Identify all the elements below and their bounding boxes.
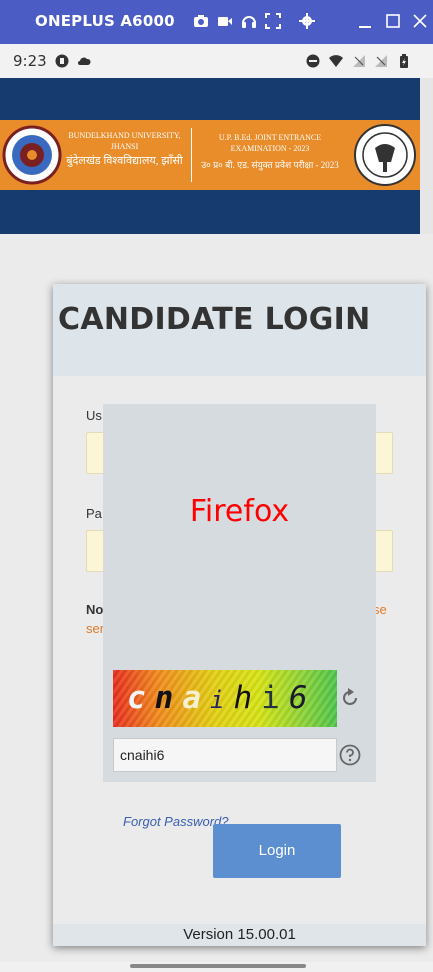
cloud-icon: [78, 57, 91, 65]
header-banner: BUNDELKHAND UNIVERSITY, JHANSI बुंदेलखंड…: [0, 120, 420, 190]
camera-icon[interactable]: [193, 13, 209, 29]
help-icon[interactable]: [339, 744, 361, 766]
exam-name-hi: उ० प्र० बी. एड. संयुक्त प्रवेश परीक्षा -…: [201, 160, 339, 170]
captcha-char: c: [127, 680, 155, 716]
do-not-disturb-icon: [306, 54, 320, 68]
university-name-hi: बुंदेलखंड विश्वविद्यालय, झाँसी: [66, 155, 183, 167]
username-label: Us: [86, 408, 102, 423]
exam-name-en: U.P. B.Ed. JOINT ENTRANCE EXAMINATION - …: [218, 133, 322, 153]
login-button[interactable]: Login: [213, 824, 341, 878]
signal-icon: [375, 55, 387, 67]
device-title: ONEPLUS A6000: [35, 12, 175, 30]
banner-divider: [191, 128, 192, 182]
wifi-icon: [329, 55, 343, 67]
captcha-text: cnaihi6: [127, 680, 316, 716]
headphones-icon[interactable]: [241, 13, 257, 29]
state-emblem-icon: [354, 124, 416, 186]
university-name-en: BUNDELKHAND UNIVERSITY, JHANSI: [68, 131, 181, 151]
firefox-overlay: Firefox cnaihi6 cnaihi6: [103, 404, 376, 782]
close-icon[interactable]: [412, 13, 428, 29]
signal-icon: [353, 55, 365, 67]
captcha-char: i: [261, 680, 289, 716]
maximize-icon[interactable]: [385, 13, 401, 29]
note-label: No: [86, 602, 104, 617]
password-label: Pa: [86, 506, 102, 521]
captcha-char: 6: [288, 680, 317, 716]
app-notification-icon: [55, 54, 69, 68]
captcha-char: h: [233, 680, 262, 716]
university-name: BUNDELKHAND UNIVERSITY, JHANSI बुंदेलखंड…: [62, 130, 187, 167]
emulator-title-bar: ONEPLUS A6000: [0, 0, 433, 44]
status-bar: 9:23: [0, 44, 433, 78]
login-card-header: CANDIDATE LOGIN: [53, 284, 426, 376]
captcha-char: a: [182, 680, 211, 716]
refresh-captcha-icon[interactable]: [339, 687, 361, 709]
university-emblem-icon: [2, 125, 62, 185]
fullscreen-icon[interactable]: [265, 13, 281, 29]
firefox-label: Firefox: [189, 494, 290, 529]
captcha-char: i: [210, 686, 234, 714]
video-icon[interactable]: [217, 13, 233, 29]
header-top-band: [0, 78, 420, 120]
scroll-edge: [420, 78, 433, 234]
page-title: CANDIDATE LOGIN: [58, 302, 371, 337]
screen: ONEPLUS A6000 9:23 BUNDELKHAND UNIVERSIT…: [0, 0, 433, 972]
captcha-char: n: [154, 680, 183, 716]
exam-name: U.P. B.Ed. JOINT ENTRANCE EXAMINATION - …: [196, 132, 344, 171]
version-text: Version 15.00.01: [53, 924, 426, 946]
settings-icon[interactable]: [299, 13, 315, 29]
battery-icon: [400, 54, 408, 68]
captcha-input[interactable]: cnaihi6: [113, 738, 337, 772]
header-bottom-band: [0, 190, 420, 234]
note-text: ser: [86, 621, 105, 636]
minimize-icon[interactable]: [357, 13, 373, 29]
captcha-image: cnaihi6: [113, 670, 337, 727]
home-gesture-handle[interactable]: [130, 964, 306, 968]
status-time: 9:23: [13, 52, 47, 70]
